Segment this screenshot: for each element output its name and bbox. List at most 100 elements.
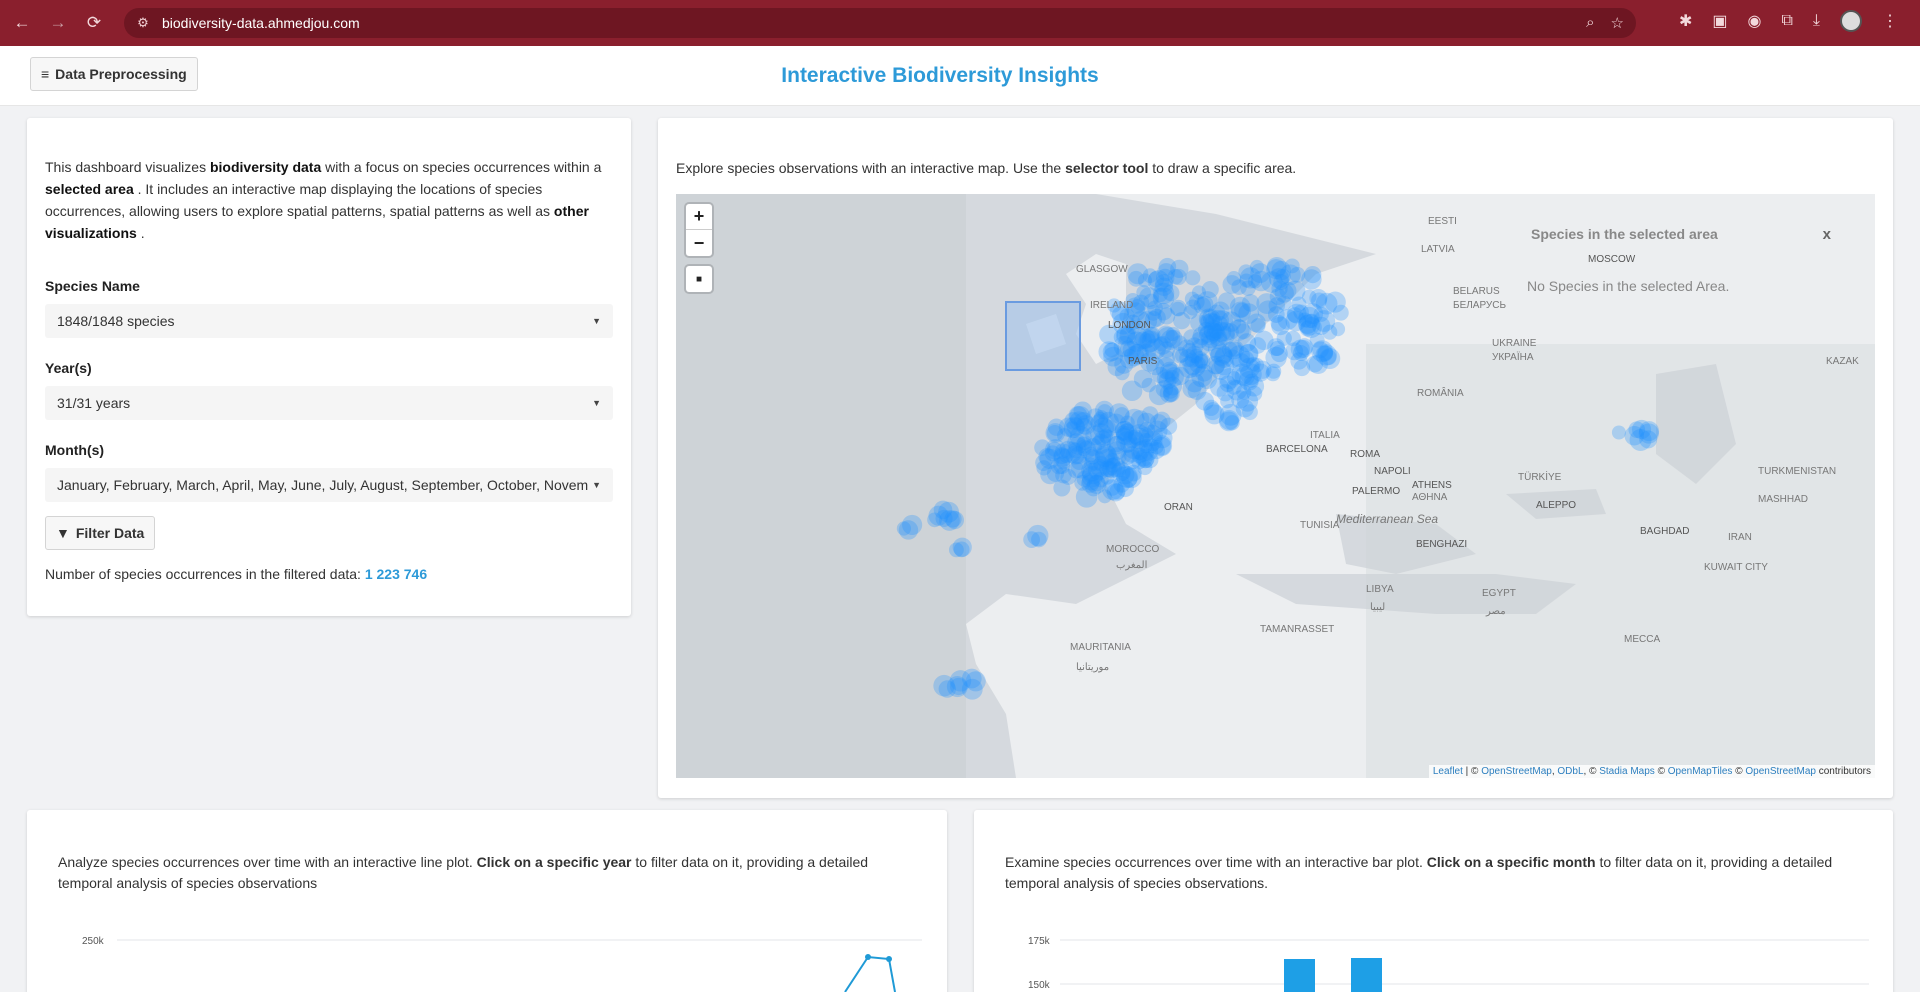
species-map[interactable]: + − ■ Species in the selected area x No … [676, 194, 1875, 778]
map-label: ΑΘΗΝΑ [1412, 492, 1448, 503]
occurrence-point [1199, 313, 1214, 328]
occurrence-point [1241, 294, 1260, 312]
line-plot-panel: Analyze species occurrences over time wi… [27, 810, 947, 992]
forward-icon[interactable]: → [44, 9, 72, 37]
filter-icon: ▼ [56, 525, 70, 541]
osm-link[interactable]: OpenStreetMap [1481, 766, 1552, 777]
site-info-icon[interactable]: ⚙ [134, 14, 152, 32]
map-attribution: Leaflet | © OpenStreetMap, ODbL, © Stadi… [1428, 765, 1875, 778]
map-label: ATHENS [1412, 480, 1452, 491]
y-tick-label: 150k [1028, 980, 1051, 991]
map-label: موريتانيا [1076, 662, 1110, 673]
occurrence-point [1324, 291, 1346, 313]
occurrence-point [1068, 406, 1088, 425]
zoom-in-button[interactable]: + [686, 204, 712, 230]
map-label: ALEPPO [1536, 500, 1577, 511]
zoom-out-button[interactable]: − [686, 230, 712, 256]
occurrence-point [1183, 329, 1200, 346]
occurrence-point [1097, 489, 1112, 504]
occurrence-point [902, 514, 923, 535]
map-label: PARIS [1128, 356, 1158, 367]
osm-contributors-link[interactable]: OpenStreetMap [1745, 766, 1816, 777]
back-icon[interactable]: ← [8, 9, 36, 37]
map-label: БЕЛАРУСЬ [1453, 300, 1507, 311]
caret-down-icon: ▼ [592, 480, 601, 490]
extension-icon[interactable]: ✱ [1679, 11, 1692, 31]
openmaptiles-link[interactable]: OpenMapTiles [1668, 766, 1733, 777]
occurrence-point [1094, 447, 1115, 467]
months-label: Month(s) [45, 442, 105, 458]
selection-info-box: Species in the selected area x No Specie… [1517, 218, 1857, 310]
map-label: TURKMENISTAN [1758, 466, 1837, 477]
occurrence-point [1114, 365, 1130, 381]
leaflet-link[interactable]: Leaflet [1433, 766, 1463, 777]
map-label: KUWAIT CITY [1704, 562, 1768, 573]
occurrence-point [1166, 326, 1181, 342]
menu-icon[interactable]: ⋮ [1882, 11, 1898, 31]
map-label: مصر [1486, 606, 1506, 617]
app-header: ≡ Data Preprocessing Interactive Biodive… [0, 46, 1920, 106]
y-tick-label: 250k [82, 936, 105, 947]
map-description: Explore species observations with an int… [676, 160, 1297, 176]
occurrence-point [1631, 419, 1652, 440]
occurrence-point [1195, 363, 1213, 382]
odbl-link[interactable]: ODbL [1557, 766, 1583, 777]
extension-icon[interactable]: ▣ [1712, 11, 1727, 31]
map-label: BARCELONA [1266, 444, 1328, 455]
bar [1284, 959, 1315, 992]
zoom-icon[interactable]: ⌕ [1586, 14, 1594, 32]
map-label: المغرب [1116, 560, 1148, 571]
map-label: BAGHDAD [1640, 526, 1690, 537]
occurrence-point [1275, 268, 1291, 285]
months-select[interactable]: January, February, March, April, May, Ju… [45, 468, 613, 502]
occurrence-point [1149, 439, 1164, 455]
star-icon[interactable]: ☆ [1611, 14, 1624, 32]
close-icon[interactable]: x [1823, 226, 1831, 243]
line-plot[interactable]: 250k [27, 810, 947, 992]
map-label: UKRAINE [1492, 338, 1537, 349]
map-label: MAURITANIA [1070, 642, 1131, 653]
occurrence-point [944, 510, 962, 528]
occurrence-point [1290, 352, 1308, 370]
map-label: ROMÂNIA [1417, 388, 1464, 399]
filter-panel: This dashboard visualizes biodiversity d… [27, 118, 631, 616]
stadia-link[interactable]: Stadia Maps [1599, 766, 1655, 777]
profile-icon[interactable] [1840, 10, 1862, 32]
download-icon[interactable]: ⤓ [1813, 12, 1820, 30]
species-label: Species Name [45, 278, 140, 294]
line-point [886, 956, 892, 962]
browser-toolbar: ← → ⟳ ⚙ biodiversity-data.ahmedjou.com ⌕… [0, 0, 1920, 46]
occurrence-point [1210, 378, 1229, 397]
occurrence-point [1271, 316, 1290, 336]
map-label: IRAN [1728, 532, 1752, 543]
occurrence-point [1201, 328, 1221, 349]
puzzle-icon[interactable]: ⧉ [1781, 12, 1792, 30]
years-select[interactable]: 31/31 years ▼ [45, 386, 613, 420]
map-label: ORAN [1164, 502, 1193, 513]
filter-data-button[interactable]: ▼ Filter Data [45, 516, 156, 550]
occurrence-point [1306, 355, 1324, 373]
map-label: Mediterranean Sea [1336, 512, 1439, 526]
map-label: PALERMO [1352, 486, 1401, 497]
map-label: NAPOLI [1374, 466, 1411, 477]
map-label: TAMANRASSET [1260, 624, 1335, 635]
map-label: LONDON [1108, 320, 1151, 331]
occurrence-point [948, 542, 964, 558]
rectangle-select-tool-icon[interactable]: ■ [686, 266, 712, 292]
address-bar[interactable]: ⚙ biodiversity-data.ahmedjou.com ⌕ ☆ [124, 8, 1636, 38]
occurrence-point [1203, 402, 1222, 421]
camera-icon[interactable]: ◉ [1748, 11, 1762, 31]
species-select[interactable]: 1848/1848 species ▼ [45, 304, 613, 338]
y-tick-label: 175k [1028, 936, 1051, 947]
occurrence-point [1038, 448, 1056, 466]
reload-icon[interactable]: ⟳ [80, 9, 108, 37]
occurrence-point [1289, 266, 1306, 283]
caret-down-icon: ▼ [592, 316, 601, 326]
map-label: TÜRKİYE [1518, 472, 1562, 483]
occurrence-point [1104, 342, 1120, 358]
bar-plot[interactable]: 175k 150k [974, 810, 1893, 992]
zoom-control: + − [686, 204, 712, 256]
bar [1351, 958, 1382, 992]
occurrence-point [1142, 268, 1158, 283]
occurrence-point [949, 677, 968, 696]
